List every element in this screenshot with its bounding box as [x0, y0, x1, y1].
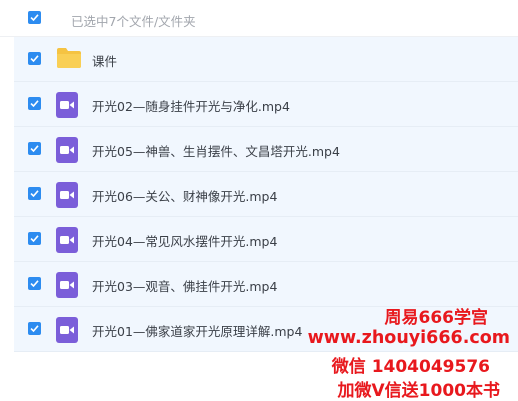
check-icon: [30, 190, 39, 198]
video-file-icon: [56, 137, 78, 163]
item-checkbox[interactable]: [28, 187, 41, 200]
folder-icon: [56, 47, 82, 69]
watermark-wechat: 微信 1404049576: [331, 357, 490, 377]
check-icon: [30, 145, 39, 153]
list-item[interactable]: 课件: [14, 37, 518, 82]
list-item[interactable]: 开光02—随身挂件开光与净化.mp4: [14, 82, 518, 127]
check-icon: [30, 100, 39, 108]
item-checkbox[interactable]: [28, 142, 41, 155]
check-icon: [30, 325, 39, 333]
item-name[interactable]: 开光06—关公、财神像开光.mp4: [92, 186, 277, 205]
watermark-title: 周易666学宫: [384, 308, 489, 328]
check-icon: [30, 55, 39, 63]
item-checkbox[interactable]: [28, 52, 41, 65]
item-name[interactable]: 课件: [92, 51, 117, 70]
list-item[interactable]: 开光04—常见风水摆件开光.mp4: [14, 217, 518, 262]
check-icon: [30, 235, 39, 243]
item-name[interactable]: 开光02—随身挂件开光与净化.mp4: [92, 96, 290, 115]
list-item[interactable]: 开光05—神兽、生肖摆件、文昌塔开光.mp4: [14, 127, 518, 172]
list-item[interactable]: 开光03—观音、佛挂件开光.mp4: [14, 262, 518, 307]
video-file-icon: [56, 272, 78, 298]
check-icon: [30, 14, 39, 22]
selection-header: 已选中7个文件/文件夹: [0, 0, 518, 37]
item-name[interactable]: 开光01—佛家道家开光原理详解.mp4: [92, 321, 302, 340]
item-name[interactable]: 开光03—观音、佛挂件开光.mp4: [92, 276, 277, 295]
watermark-url: www.zhouyi666.com: [307, 328, 510, 348]
selection-count-text: 已选中7个文件/文件夹: [71, 14, 196, 29]
watermark-promo: 加微V信送1000本书: [337, 381, 500, 401]
video-file-icon: [56, 182, 78, 208]
item-checkbox[interactable]: [28, 322, 41, 335]
item-checkbox[interactable]: [28, 97, 41, 110]
list-item[interactable]: 开光06—关公、财神像开光.mp4: [14, 172, 518, 217]
video-file-icon: [56, 92, 78, 118]
item-checkbox[interactable]: [28, 277, 41, 290]
video-file-icon: [56, 227, 78, 253]
item-checkbox[interactable]: [28, 232, 41, 245]
item-name[interactable]: 开光04—常见风水摆件开光.mp4: [92, 231, 277, 250]
item-name[interactable]: 开光05—神兽、生肖摆件、文昌塔开光.mp4: [92, 141, 340, 160]
select-all-checkbox[interactable]: [28, 11, 41, 24]
check-icon: [30, 280, 39, 288]
video-file-icon: [56, 317, 78, 343]
